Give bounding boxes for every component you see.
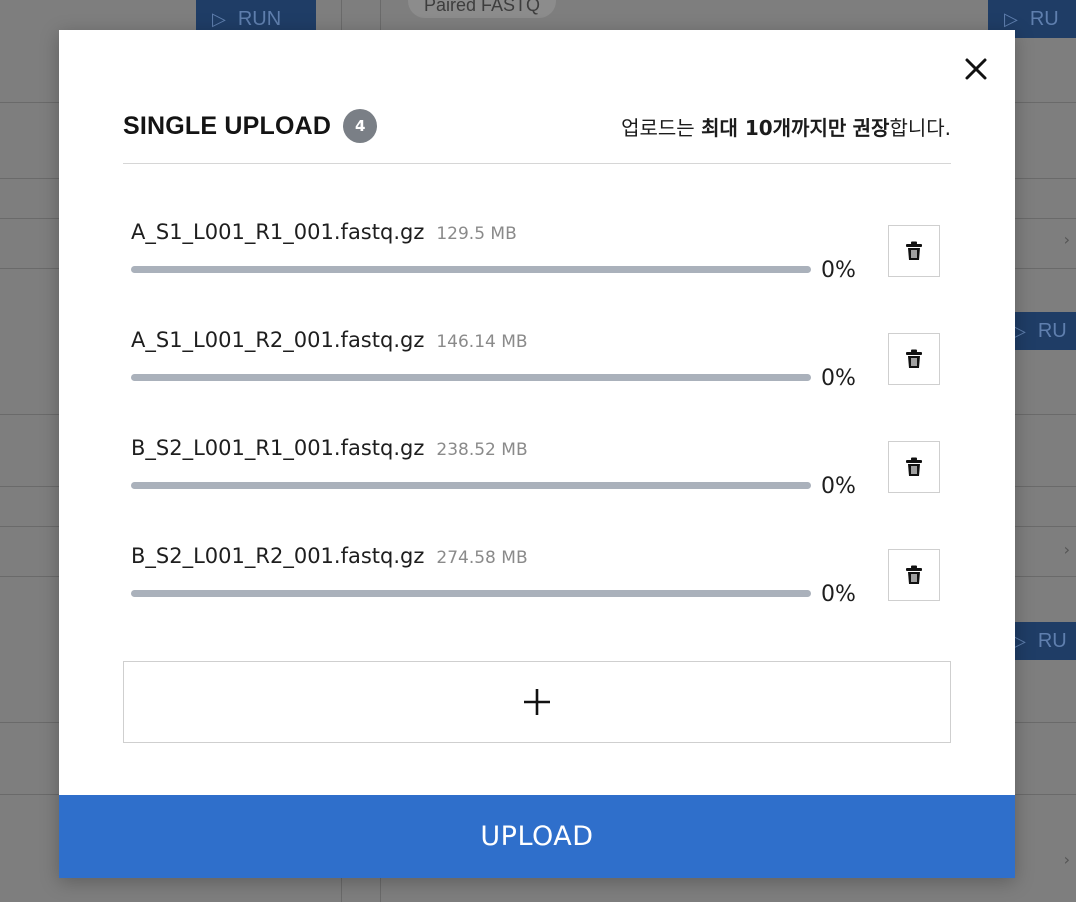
trash-icon	[906, 349, 922, 368]
delete-file-button[interactable]	[888, 333, 940, 385]
file-size: 129.5 MB	[436, 224, 517, 244]
file-count-badge: 4	[343, 109, 378, 143]
modal-title: SINGLE UPLOAD	[123, 111, 332, 140]
file-row: B_S2_L001_R2_001.fastq.gz 274.58 MB 0%	[131, 534, 947, 642]
bg-row-chevron-icon: ›	[1063, 540, 1070, 559]
file-row: B_S2_L001_R1_001.fastq.gz 238.52 MB 0%	[131, 426, 947, 534]
progress-bar	[131, 590, 811, 597]
bg-row-chevron-icon: ›	[1063, 850, 1070, 869]
progress-percent: 0%	[821, 258, 856, 283]
trash-icon	[906, 241, 922, 260]
progress-percent: 0%	[821, 582, 856, 607]
header-divider	[123, 163, 951, 164]
progress-bar	[131, 482, 811, 489]
file-size: 146.14 MB	[436, 332, 528, 352]
file-name: B_S2_L001_R2_001.fastq.gz	[131, 544, 425, 568]
upload-modal: SINGLE UPLOAD 4 업로드는 최대 10개까지만 권장합니다. A_…	[59, 30, 1015, 878]
trash-icon	[906, 457, 922, 476]
bg-row-chevron-icon: ›	[1063, 230, 1070, 249]
progress-bar	[131, 374, 811, 381]
file-size: 238.52 MB	[436, 440, 528, 460]
delete-file-button[interactable]	[888, 225, 940, 277]
close-button[interactable]	[959, 52, 993, 86]
file-row: A_S1_L001_R1_001.fastq.gz 129.5 MB 0%	[131, 210, 947, 318]
file-size: 274.58 MB	[436, 548, 528, 568]
bg-chip: Paired FASTQ	[408, 0, 556, 18]
add-file-button[interactable]	[123, 661, 951, 743]
upload-button[interactable]: UPLOAD	[59, 795, 1015, 878]
upload-limit-notice: 업로드는 최대 10개까지만 권장합니다.	[621, 115, 951, 140]
modal-header: SINGLE UPLOAD 4 업로드는 최대 10개까지만 권장합니다.	[123, 106, 951, 146]
file-row: A_S1_L001_R2_001.fastq.gz 146.14 MB 0%	[131, 318, 947, 426]
play-icon: ▷	[1004, 8, 1018, 29]
trash-icon	[906, 565, 922, 584]
file-name: A_S1_L001_R2_001.fastq.gz	[131, 328, 425, 352]
close-icon	[965, 58, 987, 80]
file-name: B_S2_L001_R1_001.fastq.gz	[131, 436, 425, 460]
progress-bar	[131, 266, 811, 273]
plus-icon	[524, 689, 550, 715]
progress-percent: 0%	[821, 366, 856, 391]
delete-file-button[interactable]	[888, 441, 940, 493]
progress-percent: 0%	[821, 474, 856, 499]
delete-file-button[interactable]	[888, 549, 940, 601]
file-name: A_S1_L001_R1_001.fastq.gz	[131, 220, 425, 244]
file-list: A_S1_L001_R1_001.fastq.gz 129.5 MB 0% A_…	[131, 210, 947, 642]
play-icon: ▷	[212, 8, 226, 29]
